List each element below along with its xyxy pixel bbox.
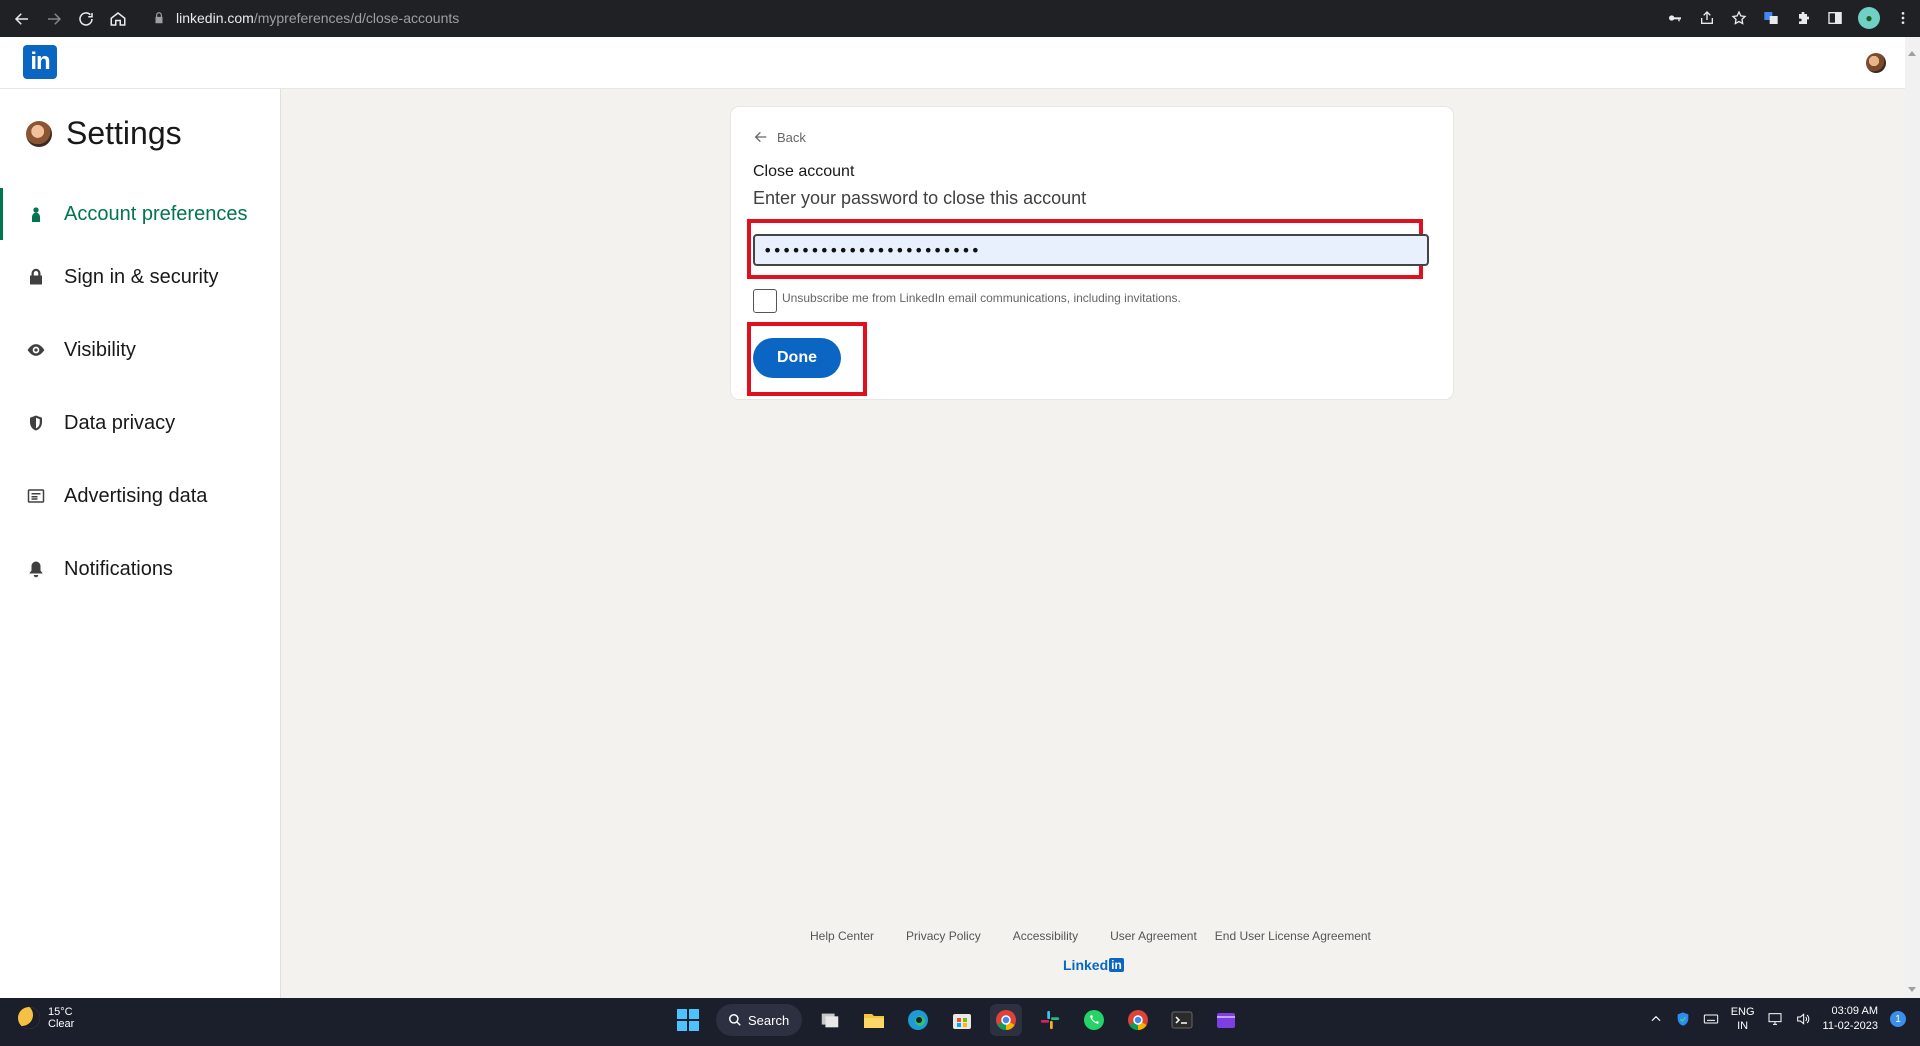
footer-link-help-center[interactable]: Help Center: [810, 929, 874, 943]
slack-icon[interactable]: [1034, 1004, 1066, 1036]
back-arrow-icon: [754, 131, 767, 143]
close-account-card: Back Close account Enter your password t…: [731, 107, 1453, 399]
footer-link-user-agreement[interactable]: User Agreement: [1110, 929, 1197, 943]
footer-linkedin-logo: Linked in: [1063, 957, 1124, 973]
footer-link-accessibility[interactable]: Accessibility: [1013, 929, 1078, 943]
sidebar-item-label: Advertising data: [64, 484, 208, 507]
whatsapp-icon[interactable]: [1078, 1004, 1110, 1036]
kebab-menu-icon[interactable]: [1894, 9, 1912, 27]
translate-icon[interactable]: [1762, 9, 1780, 27]
eye-icon: [26, 340, 46, 360]
sidebar-item-visibility[interactable]: Visibility: [0, 324, 281, 376]
footer-links: Help Center Privacy Policy Accessibility…: [810, 929, 1371, 943]
extensions-icon[interactable]: [1794, 9, 1812, 27]
footer-brand-text: Linked: [1063, 957, 1109, 973]
scroll-down-icon[interactable]: [1908, 987, 1916, 992]
linkedin-logo-icon[interactable]: in: [23, 45, 57, 79]
region-code: IN: [1737, 1020, 1749, 1032]
keyboard-icon[interactable]: [1703, 1011, 1719, 1027]
settings-sidebar: Settings Account preferences Sign in & s…: [0, 89, 281, 998]
unsubscribe-checkbox-label: Unsubscribe me from LinkedIn email commu…: [782, 291, 1181, 305]
unsubscribe-checkbox[interactable]: [753, 289, 777, 313]
file-explorer-icon[interactable]: [858, 1004, 890, 1036]
url-path: /mypreferences/d/close-accounts: [253, 10, 460, 26]
key-icon[interactable]: [1666, 9, 1684, 27]
browser-toolbar: linkedin.com/mypreferences/d/close-accou…: [0, 0, 1920, 37]
page-scrollbar[interactable]: [1905, 37, 1920, 998]
star-icon[interactable]: [1730, 9, 1748, 27]
language-indicator[interactable]: ENG IN: [1731, 1005, 1755, 1033]
linkedin-header: in: [0, 37, 1905, 89]
language-code: ENG: [1730, 1006, 1755, 1018]
url-host: linkedin.com: [176, 10, 254, 26]
sidebar-item-account-preferences[interactable]: Account preferences: [0, 188, 281, 240]
chrome-icon[interactable]: [990, 1004, 1022, 1036]
page-title: Settings: [66, 115, 182, 151]
microsoft-store-icon[interactable]: [946, 1004, 978, 1036]
clock-time: 03:09 AM: [1831, 1005, 1878, 1017]
footer-link-privacy-policy[interactable]: Privacy Policy: [906, 929, 981, 943]
notification-badge[interactable]: 1: [1890, 1011, 1906, 1027]
home-icon[interactable]: [102, 3, 134, 35]
person-icon: [26, 204, 46, 224]
shield-icon: [26, 413, 46, 433]
weather-temperature: 15°C: [48, 1006, 73, 1018]
security-shield-icon[interactable]: [1675, 1011, 1691, 1027]
footer-brand-box: in: [1109, 958, 1124, 972]
weather-condition: Clear: [48, 1018, 75, 1030]
moon-icon: [18, 1007, 40, 1029]
network-icon[interactable]: [1767, 1011, 1783, 1027]
sidebar-item-notifications[interactable]: Notifications: [0, 543, 281, 595]
lock-icon: [155, 12, 163, 24]
clock[interactable]: 03:09 AM 11-02-2023: [1823, 1004, 1878, 1034]
task-view-icon[interactable]: [814, 1004, 846, 1036]
sidebar-item-label: Notifications: [64, 557, 173, 580]
sidebar-item-data-privacy[interactable]: Data privacy: [0, 397, 281, 449]
avatar: [26, 120, 52, 147]
terminal-icon[interactable]: [1166, 1004, 1198, 1036]
search-label: Search: [748, 1012, 790, 1028]
chevron-up-icon[interactable]: [1649, 1012, 1663, 1026]
side-panel-icon[interactable]: [1826, 9, 1844, 27]
sidebar-item-label: Visibility: [64, 338, 136, 361]
back-link[interactable]: Back: [753, 129, 806, 145]
weather-widget[interactable]: 15°C Clear: [18, 1006, 74, 1030]
address-bar[interactable]: linkedin.com/mypreferences/d/close-accou…: [142, 4, 1830, 32]
browser-profile-avatar[interactable]: ●: [1858, 7, 1880, 29]
edge-browser-icon[interactable]: [902, 1004, 934, 1036]
system-tray: ENG IN 03:09 AM 11-02-2023 1: [1649, 1004, 1906, 1034]
ad-card-icon: [26, 486, 46, 506]
card-title: Close account: [753, 163, 855, 180]
header-avatar[interactable]: [1866, 53, 1886, 73]
taskbar-search[interactable]: Search: [716, 1004, 802, 1036]
sidebar-item-label: Data privacy: [64, 411, 176, 434]
windows-start-icon[interactable]: [672, 1004, 704, 1036]
settings-heading: Settings: [26, 115, 182, 152]
card-subtitle: Enter your password to close this accoun…: [753, 188, 1087, 208]
footer-link-eula[interactable]: End User License Agreement: [1215, 929, 1371, 943]
reload-icon[interactable]: [70, 3, 102, 35]
clipchamp-icon[interactable]: [1210, 1004, 1242, 1036]
sidebar-item-advertising-data[interactable]: Advertising data: [0, 470, 281, 522]
back-label: Back: [777, 129, 806, 145]
volume-icon[interactable]: [1795, 1011, 1811, 1027]
back-arrow-icon[interactable]: [6, 3, 38, 35]
sidebar-item-label: Sign in & security: [64, 265, 219, 288]
done-button[interactable]: Done: [753, 338, 841, 378]
sidebar-item-sign-in-security[interactable]: Sign in & security: [0, 251, 281, 303]
windows-taskbar: 15°C Clear Search ENG IN 03:09 AM 11-02-…: [0, 998, 1920, 1046]
bell-icon: [26, 559, 46, 579]
clock-date: 11-02-2023: [1822, 1020, 1878, 1032]
share-icon[interactable]: [1698, 9, 1716, 27]
lock-icon: [26, 267, 46, 287]
password-field[interactable]: •••••••••••••••••••••••: [753, 234, 1429, 266]
scroll-up-icon[interactable]: [1908, 51, 1916, 56]
search-icon: [729, 1014, 741, 1026]
sidebar-item-label: Account preferences: [64, 202, 248, 225]
forward-arrow-icon[interactable]: [38, 3, 70, 35]
chrome-profile-icon[interactable]: [1122, 1004, 1154, 1036]
taskbar-apps: Search: [672, 1004, 1242, 1036]
